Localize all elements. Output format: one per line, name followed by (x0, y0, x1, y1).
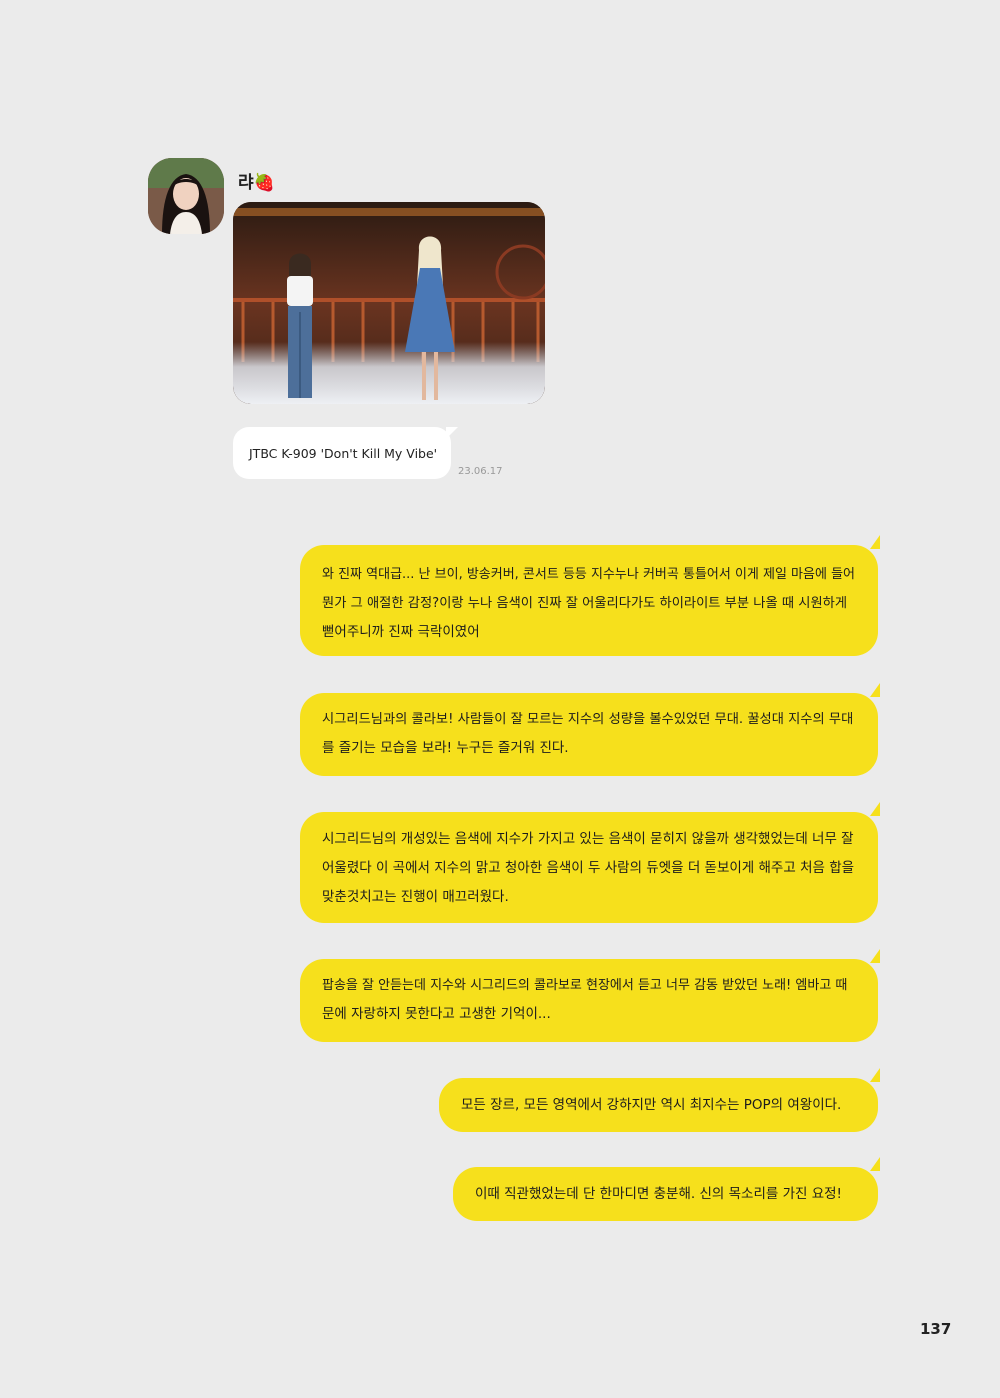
message-bubble[interactable]: 시그리드님과의 콜라보! 사람들이 잘 모르는 지수의 성량을 볼수있었던 무대… (300, 683, 880, 776)
bubble-tail (870, 683, 880, 697)
timestamp: 23.06.17 (458, 466, 503, 477)
message-line: 시그리드님의 개성있는 음색에 지수가 가지고 있는 음색이 묻히지 않을까 생… (322, 831, 854, 847)
bubble-tail (870, 535, 880, 549)
bubble-tail (446, 427, 458, 439)
caption-bubble[interactable]: JTBC K-909 'Don't Kill My Vibe' (233, 427, 458, 479)
message-bubble[interactable]: 이때 직관했었는데 단 한마디면 충분해. 신의 목소리를 가진 요정! (453, 1157, 880, 1221)
message-bubble[interactable]: 와 진짜 역대급... 난 브이, 방송커버, 콘서트 등등 지수누나 커버곡 … (300, 535, 880, 656)
bubble-tail (870, 1068, 880, 1082)
message-bubble[interactable]: 팝송을 잘 안듣는데 지수와 시그리드의 콜라보로 현장에서 듣고 너무 감동 … (300, 949, 880, 1042)
bubble-tail (870, 1157, 880, 1171)
message-line: 와 진짜 역대급... 난 브이, 방송커버, 콘서트 등등 지수누나 커버곡 … (322, 567, 855, 582)
message-line: 뻗어주니까 진짜 극락이였어 (322, 624, 480, 640)
avatar[interactable] (148, 158, 224, 234)
message-line: 문에 자랑하지 못한다고 고생한 기억이... (322, 1006, 551, 1022)
message-line: 팝송을 잘 안듣는데 지수와 시그리드의 콜라보로 현장에서 듣고 너무 감동 … (322, 978, 848, 993)
bubble-tail (870, 802, 880, 816)
message-line: 어울렸다 이 곡에서 지수의 맑고 청아한 음색이 두 사람의 듀엣을 더 돋보… (322, 860, 855, 876)
message-bubble[interactable]: 시그리드님의 개성있는 음색에 지수가 가지고 있는 음색이 묻히지 않을까 생… (300, 802, 880, 923)
message-line: 를 즐기는 모습을 보라! 누구든 즐거워 진다. (322, 740, 569, 756)
message-line: 시그리드님과의 콜라보! 사람들이 잘 모르는 지수의 성량을 볼수있었던 무대… (322, 712, 854, 727)
bubble-tail (870, 949, 880, 963)
message-line: 맞춘것치고는 진행이 매끄러웠다. (322, 889, 509, 905)
message-line: 뭔가 그 애절한 감정?이랑 누나 음색이 진짜 잘 어울리다가도 하이라이트 … (322, 596, 848, 611)
page-number: 137 (920, 1320, 952, 1338)
profile-photo-icon (148, 158, 224, 234)
message-line: 이때 직관했었는데 단 한마디면 충분해. 신의 목소리를 가진 요정! (475, 1185, 842, 1202)
stage-performance-photo[interactable] (233, 202, 545, 404)
message-line: 모든 장르, 모든 영역에서 강하지만 역시 최지수는 POP의 여왕이다. (461, 1096, 842, 1113)
stage-performance-photo-icon (233, 202, 545, 404)
sender-name: 랴🍓 (238, 173, 275, 193)
message-bubble[interactable]: 모든 장르, 모든 영역에서 강하지만 역시 최지수는 POP의 여왕이다. (439, 1068, 880, 1132)
caption-text: JTBC K-909 'Don't Kill My Vibe' (249, 445, 438, 461)
chat-page: 랴🍓 JTBC K-909 'Don't Kill My Vibe' 23.06… (0, 0, 1000, 1398)
